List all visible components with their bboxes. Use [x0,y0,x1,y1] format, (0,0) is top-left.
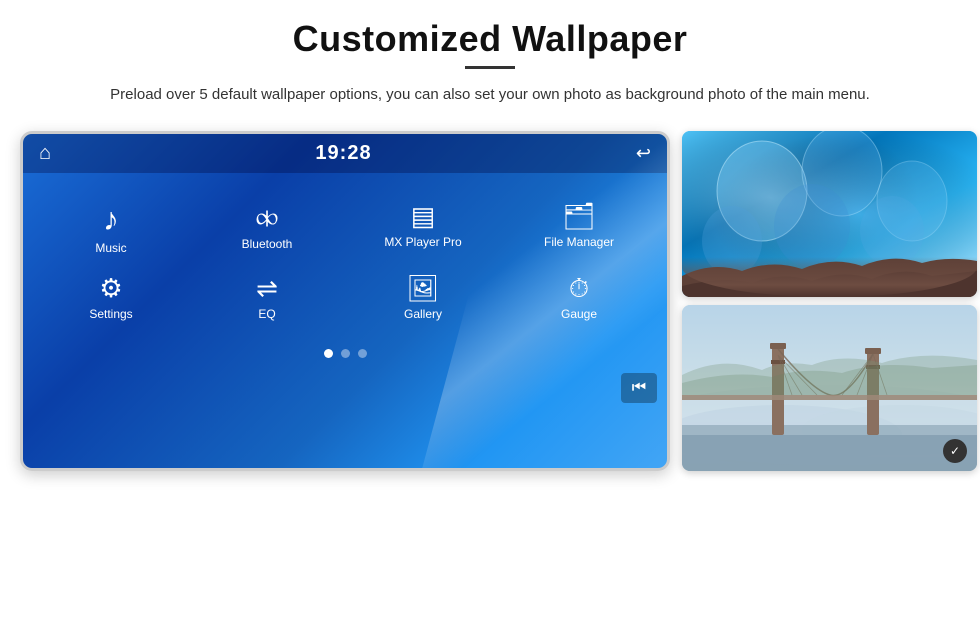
gallery-icon: 🖼 [406,275,439,301]
screen-icon-eq[interactable]: ⇌ EQ [189,265,345,331]
screen-icon-music[interactable]: ♪ Music [33,193,189,265]
back-icon: ↩ [636,143,651,164]
screen-icon-bluetooth[interactable]: ⧞ Bluetooth [189,193,345,265]
screen-icon-gallery[interactable]: 🖼 Gallery [345,265,501,331]
checkmark-badge: ✓ [943,439,967,463]
music-label: Music [95,241,126,255]
settings-icon: ⚙ [99,275,122,301]
screen-icon-settings[interactable]: ⚙ Settings [33,265,189,331]
mxplayer-label: MX Player Pro [384,235,461,249]
bluetooth-label: Bluetooth [242,237,293,251]
screen-header: ⌂ 19:28 ↩ [23,134,667,173]
page-subtitle: Preload over 5 default wallpaper options… [110,83,870,107]
skip-back-button[interactable]: ⏮ [621,373,657,403]
thumbnail-ice-cave[interactable] [682,131,977,297]
screen-icons-grid: ♪ Music ⧞ Bluetooth ▤ MX Player Pro 🗂 Fi… [23,173,667,341]
filemanager-label: File Manager [544,235,614,249]
content-area: ⌂ 19:28 ↩ ♪ Music ⧞ Bluetooth ▤ MX Playe… [20,131,960,491]
screen-icon-gauge[interactable]: ⏱ Gauge [501,265,657,331]
gauge-label: Gauge [561,307,597,321]
car-screen-mockup: ⌂ 19:28 ↩ ♪ Music ⧞ Bluetooth ▤ MX Playe… [20,131,670,471]
bridge-svg [682,305,977,471]
dot-2[interactable] [341,349,350,358]
eq-icon: ⇌ [256,275,278,301]
thumbnail-bridge[interactable]: ✓ [682,305,977,471]
eq-label: EQ [258,307,275,321]
filemanager-icon: 🗂 [562,203,595,229]
dot-1[interactable] [324,349,333,358]
thumbnails-column: ✓ [682,131,977,491]
mxplayer-icon: ▤ [411,203,436,229]
screen-icon-mxplayer[interactable]: ▤ MX Player Pro [345,193,501,265]
screen-icon-filemanager[interactable]: 🗂 File Manager [501,193,657,265]
home-icon: ⌂ [39,142,51,165]
title-divider [465,66,515,69]
screen-dots [23,341,667,366]
gauge-icon: ⏱ [569,275,589,301]
gallery-label: Gallery [404,307,442,321]
screen-time: 19:28 [315,142,371,165]
dot-3[interactable] [358,349,367,358]
ice-cave-svg [682,131,977,297]
page-title: Customized Wallpaper [293,18,688,60]
page-container: Customized Wallpaper Preload over 5 defa… [0,0,980,634]
settings-label: Settings [89,307,132,321]
music-icon: ♪ [103,203,119,235]
bluetooth-icon: ⧞ [256,203,279,231]
